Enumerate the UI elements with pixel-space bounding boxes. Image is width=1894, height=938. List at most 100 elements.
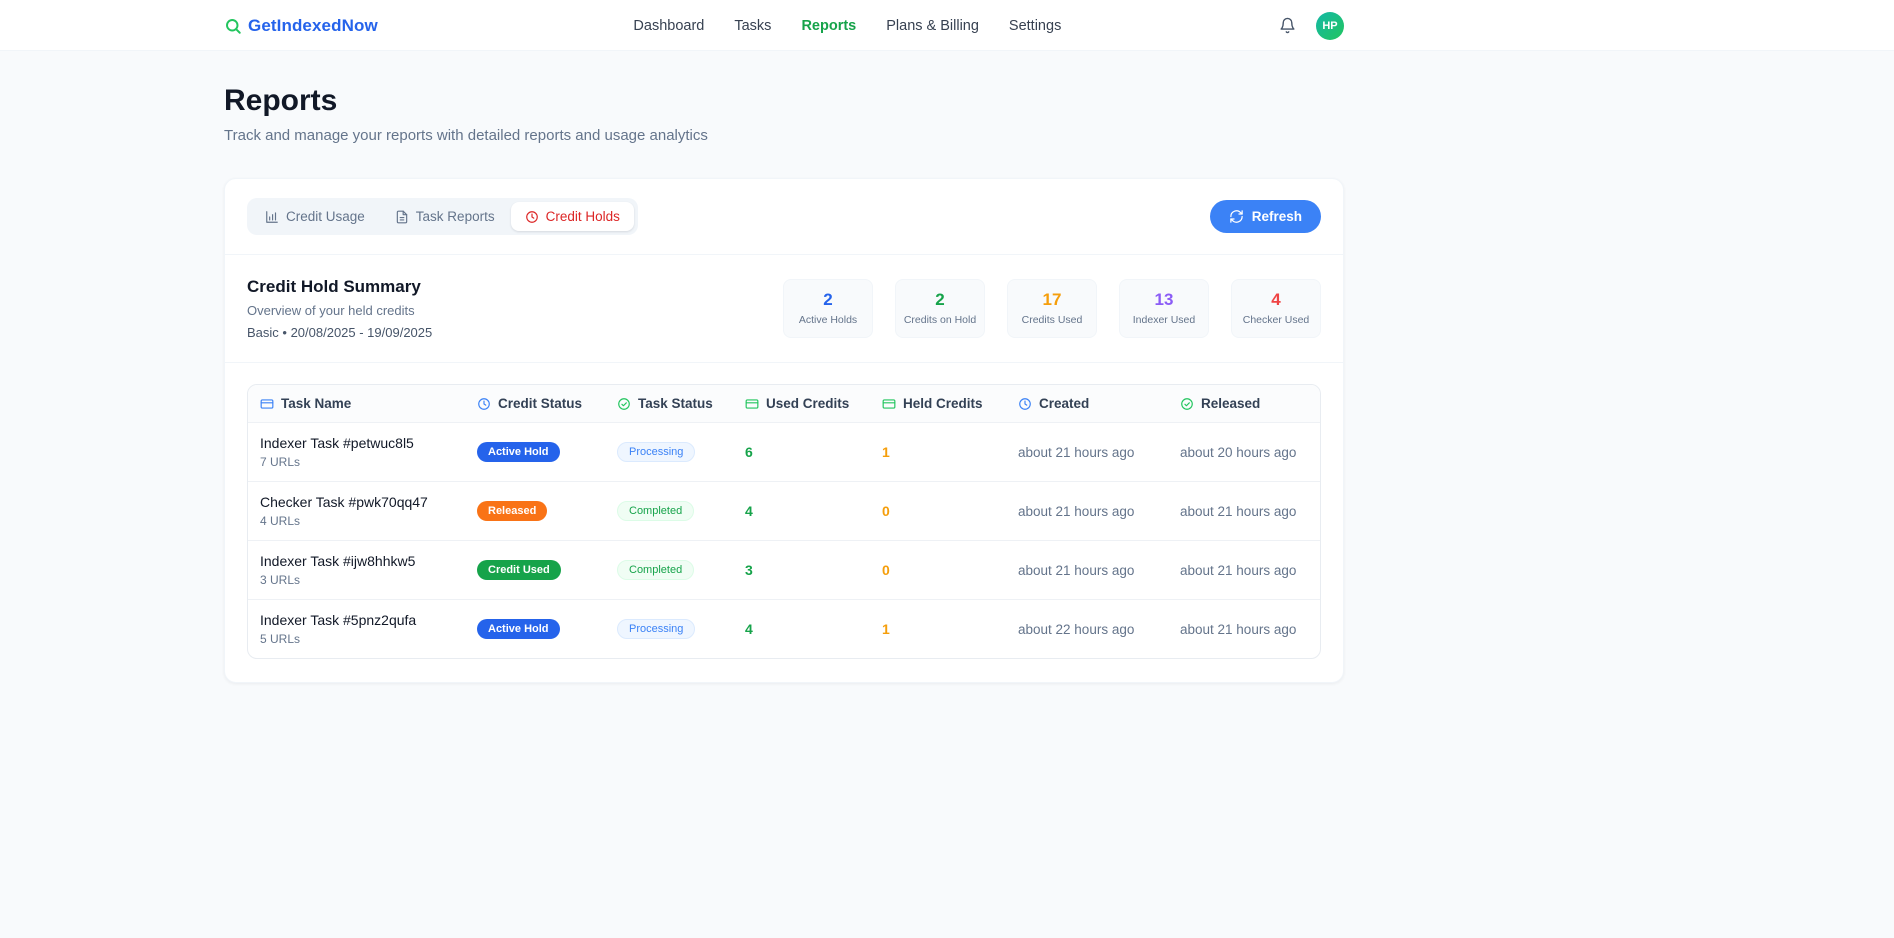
stat-label: Active Holds (788, 314, 868, 326)
created-time: about 21 hours ago (1006, 423, 1168, 482)
created-time: about 21 hours ago (1006, 541, 1168, 600)
task-url-count: 5 URLs (260, 632, 453, 646)
stat-checker-used: 4 Checker Used (1231, 279, 1321, 338)
credit-status-badge: Released (477, 501, 547, 521)
tab-credit-usage[interactable]: Credit Usage (251, 202, 379, 231)
task-status-badge: Processing (617, 442, 695, 462)
nav-item-settings[interactable]: Settings (1009, 18, 1061, 34)
credit-status-badge: Active Hold (477, 442, 560, 462)
tab-credit-holds[interactable]: Credit Holds (511, 202, 634, 231)
stat-label: Credits Used (1012, 314, 1092, 326)
task-url-count: 3 URLs (260, 573, 453, 587)
task-status-badge: Completed (617, 560, 694, 580)
clock-icon (1018, 397, 1032, 411)
tab-label: Credit Holds (546, 209, 620, 224)
page-subtitle: Track and manage your reports with detai… (224, 127, 1344, 144)
refresh-button-label: Refresh (1252, 209, 1302, 224)
top-navbar: GetIndexedNow Dashboard Tasks Reports Pl… (0, 0, 1894, 51)
tab-task-reports[interactable]: Task Reports (381, 202, 509, 231)
stat-value: 4 (1236, 290, 1316, 310)
col-header-task-name: Task Name (248, 385, 465, 423)
refresh-icon (1229, 209, 1244, 224)
bar-chart-icon (265, 210, 279, 224)
stat-active-holds: 2 Active Holds (783, 279, 873, 338)
credit-hold-summary: Credit Hold Summary Overview of your hel… (225, 254, 1343, 362)
stat-value: 2 (900, 290, 980, 310)
col-header-credit-status: Credit Status (465, 385, 605, 423)
summary-subtitle: Overview of your held credits (247, 303, 432, 318)
released-time: about 21 hours ago (1168, 541, 1320, 600)
nav-item-plans-billing[interactable]: Plans & Billing (886, 18, 979, 34)
stat-label: Checker Used (1236, 314, 1316, 326)
notifications-button[interactable] (1277, 15, 1298, 36)
stat-indexer-used: 13 Indexer Used (1119, 279, 1209, 338)
created-time: about 22 hours ago (1006, 600, 1168, 659)
task-status-badge: Processing (617, 619, 695, 639)
col-header-task-status: Task Status (605, 385, 733, 423)
table-row: Indexer Task #5pnz2qufa 5 URLs Active Ho… (248, 600, 1320, 659)
released-time: about 21 hours ago (1168, 600, 1320, 659)
brand-name: GetIndexedNow (248, 16, 378, 36)
credit-holds-table-section: Task Name Credit Status Task Status Used… (225, 362, 1343, 682)
check-circle-icon (1180, 397, 1194, 411)
stat-label: Indexer Used (1124, 314, 1204, 326)
nav-item-reports[interactable]: Reports (801, 18, 856, 34)
refresh-button[interactable]: Refresh (1210, 200, 1321, 233)
task-name: Indexer Task #petwuc8l5 (260, 435, 453, 451)
used-credits-value: 3 (733, 541, 870, 600)
credit-status-badge: Active Hold (477, 619, 560, 639)
tab-label: Credit Usage (286, 209, 365, 224)
clock-icon (525, 210, 539, 224)
stat-credits-used: 17 Credits Used (1007, 279, 1097, 338)
col-header-used-credits: Used Credits (733, 385, 870, 423)
stat-credits-on-hold: 2 Credits on Hold (895, 279, 985, 338)
used-credits-value: 6 (733, 423, 870, 482)
task-name: Checker Task #pwk70qq47 (260, 494, 453, 510)
file-icon (395, 210, 409, 224)
page-title: Reports (224, 84, 1344, 118)
table-row: Indexer Task #petwuc8l5 7 URLs Active Ho… (248, 423, 1320, 482)
task-url-count: 4 URLs (260, 514, 453, 528)
main-nav: Dashboard Tasks Reports Plans & Billing … (418, 18, 1277, 34)
released-time: about 21 hours ago (1168, 482, 1320, 541)
nav-item-dashboard[interactable]: Dashboard (633, 18, 704, 34)
used-credits-value: 4 (733, 482, 870, 541)
table-row: Checker Task #pwk70qq47 4 URLs Released … (248, 482, 1320, 541)
credit-holds-table: Task Name Credit Status Task Status Used… (248, 385, 1320, 658)
summary-title: Credit Hold Summary (247, 277, 432, 297)
avatar[interactable]: HP (1316, 12, 1344, 40)
search-icon (224, 17, 242, 35)
col-header-held-credits: Held Credits (870, 385, 1006, 423)
credit-card-icon (260, 397, 274, 411)
credit-card-icon (745, 397, 759, 411)
table-row: Indexer Task #ijw8hhkw5 3 URLs Credit Us… (248, 541, 1320, 600)
released-time: about 20 hours ago (1168, 423, 1320, 482)
held-credits-value: 0 (870, 541, 1006, 600)
credit-status-badge: Credit Used (477, 560, 561, 580)
held-credits-value: 0 (870, 482, 1006, 541)
col-header-released: Released (1168, 385, 1320, 423)
check-circle-icon (617, 397, 631, 411)
stat-value: 13 (1124, 290, 1204, 310)
task-status-badge: Completed (617, 501, 694, 521)
clock-icon (477, 397, 491, 411)
tab-label: Task Reports (416, 209, 495, 224)
used-credits-value: 4 (733, 600, 870, 659)
summary-stats: 2 Active Holds 2 Credits on Hold 17 Cred… (783, 279, 1321, 338)
created-time: about 21 hours ago (1006, 482, 1168, 541)
stat-value: 2 (788, 290, 868, 310)
report-tabs: Credit Usage Task Reports Credit Holds (247, 198, 638, 235)
credit-card-icon (882, 397, 896, 411)
held-credits-value: 1 (870, 423, 1006, 482)
task-name: Indexer Task #ijw8hhkw5 (260, 553, 453, 569)
summary-plan-period: Basic • 20/08/2025 - 19/09/2025 (247, 325, 432, 340)
bell-icon (1279, 17, 1296, 34)
stat-label: Credits on Hold (900, 314, 980, 326)
brand-logo[interactable]: GetIndexedNow (224, 16, 378, 36)
nav-item-tasks[interactable]: Tasks (734, 18, 771, 34)
held-credits-value: 1 (870, 600, 1006, 659)
task-name: Indexer Task #5pnz2qufa (260, 612, 453, 628)
reports-card: Credit Usage Task Reports Credit Holds R… (224, 178, 1344, 683)
navbar-right: HP (1277, 12, 1344, 40)
col-header-created: Created (1006, 385, 1168, 423)
